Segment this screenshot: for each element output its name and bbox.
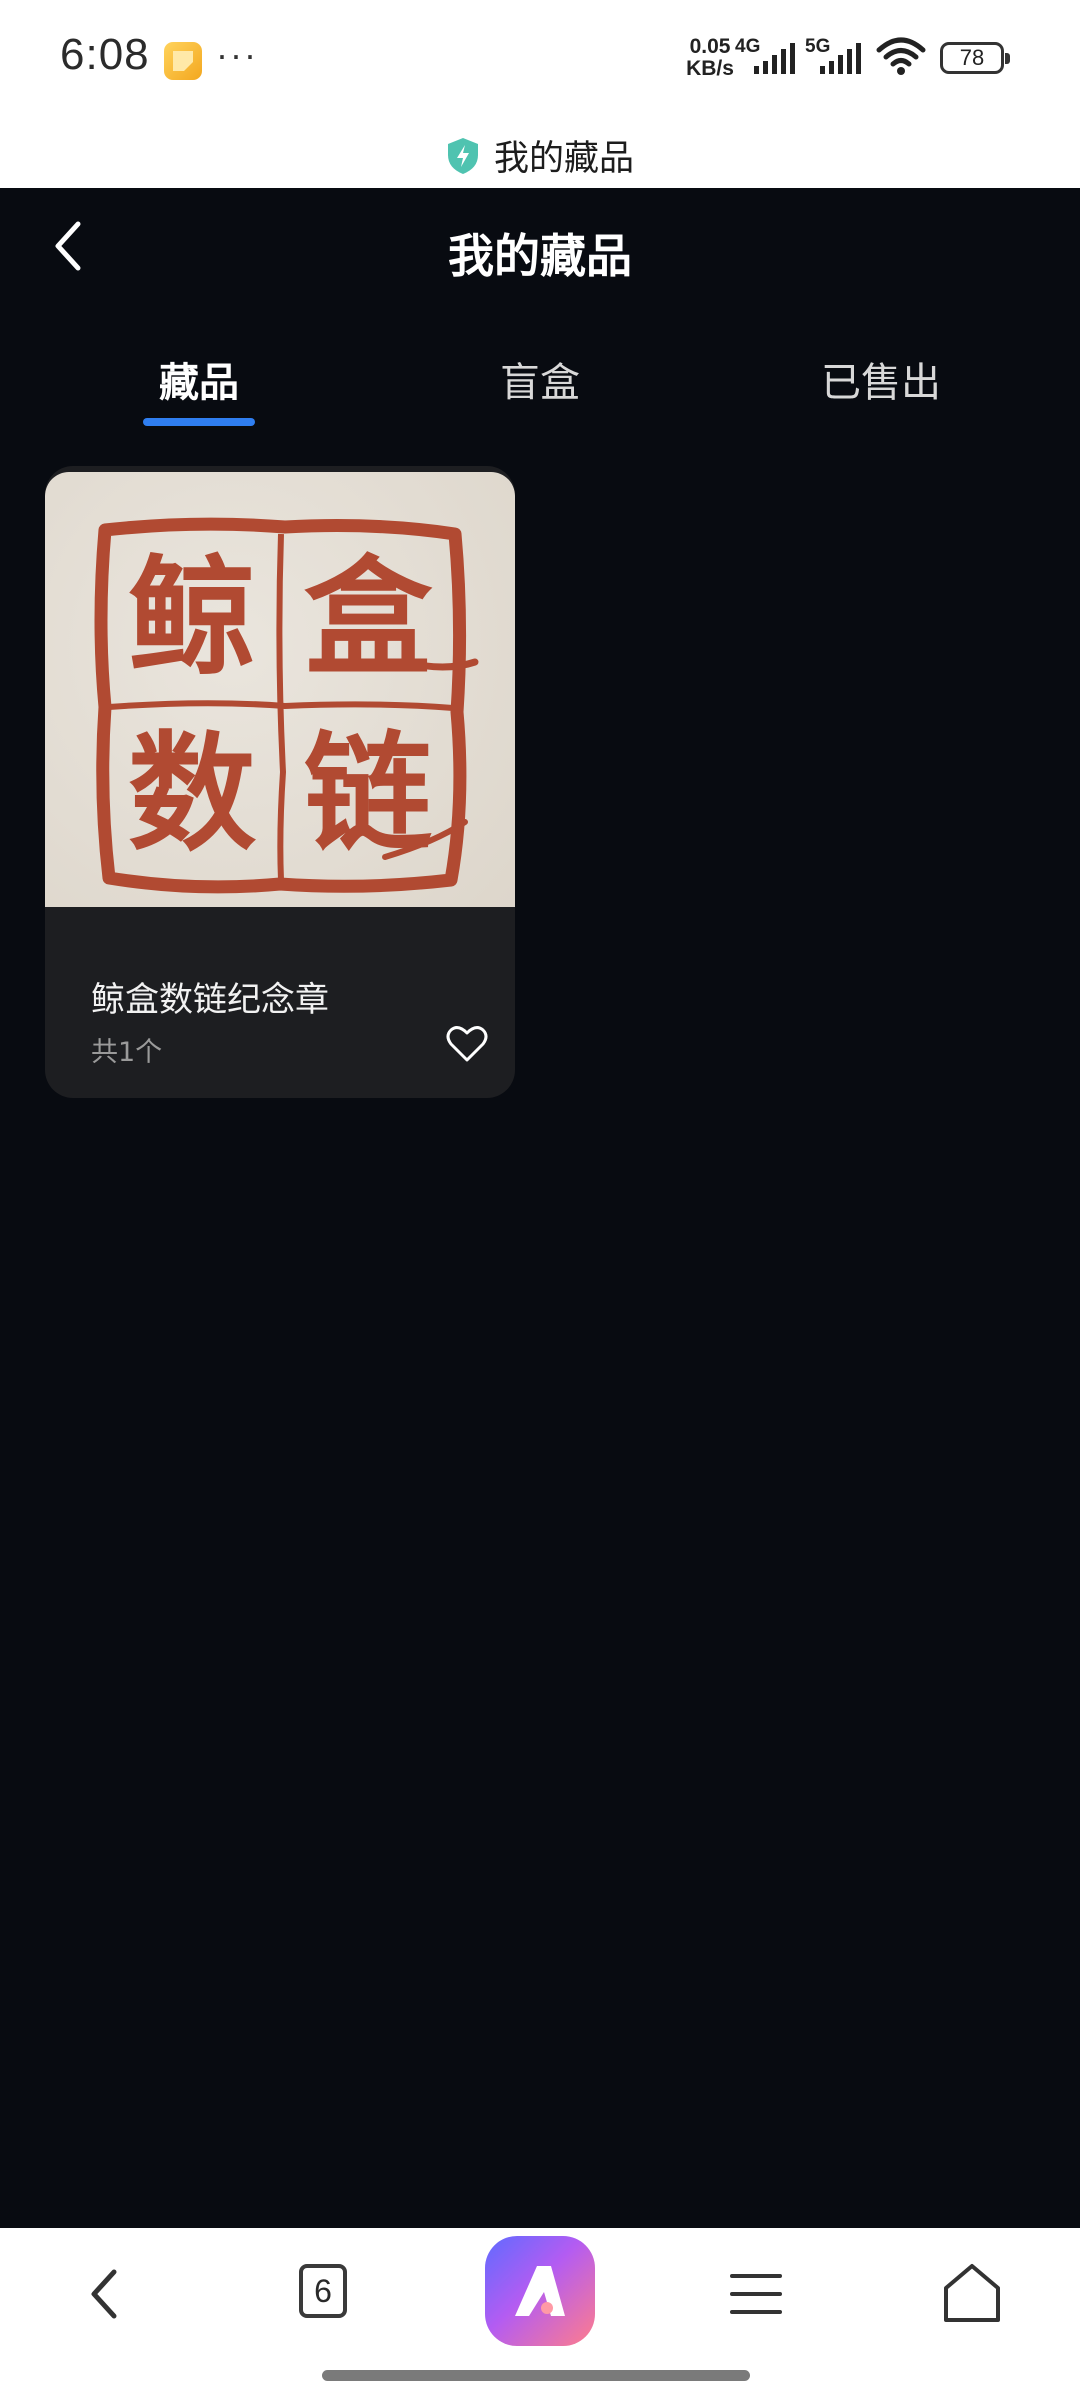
- seal-characters: 鲸 盒 数 链: [103, 529, 457, 885]
- favorite-heart-icon[interactable]: [445, 1022, 489, 1066]
- browser-bottom-nav: 6: [0, 2228, 1080, 2400]
- network-speed-unit: KB/s: [686, 57, 734, 80]
- collectible-name: 鲸盒数链纪念章: [91, 980, 329, 1020]
- signal-5g-icon: [820, 43, 861, 74]
- active-tab-indicator: [143, 418, 255, 426]
- network-speed-value: 0.05: [689, 35, 731, 58]
- seal-char-3: 数: [127, 719, 256, 869]
- collection-tabs: 藏品 盲盒 已售出: [0, 350, 1080, 440]
- home-indicator[interactable]: [322, 2370, 750, 2381]
- tab-count: 6: [314, 2273, 332, 2309]
- signal-4g-icon: [754, 43, 795, 74]
- status-time: 6:08: [60, 30, 150, 79]
- tab-collectibles[interactable]: 藏品: [99, 350, 299, 408]
- collectible-image: 鲸 盒 数 链: [45, 472, 515, 907]
- more-notifications-icon: ···: [216, 34, 258, 75]
- menu-icon[interactable]: [720, 2258, 792, 2330]
- tab-sold[interactable]: 已售出: [781, 350, 981, 408]
- wifi-icon: [876, 37, 926, 75]
- collectible-count: 共1个: [91, 1037, 163, 1068]
- page-header: 我的藏品: [0, 188, 1080, 308]
- page-title: 我的藏品: [448, 229, 632, 283]
- browser-page-title: 我的藏品: [493, 139, 634, 179]
- browser-title-bar[interactable]: 我的藏品: [0, 120, 1080, 188]
- seal-char-4: 链: [303, 719, 432, 869]
- tab-switcher-button[interactable]: 6: [299, 2264, 347, 2318]
- secure-shield-icon: [447, 138, 478, 174]
- browser-back-icon[interactable]: [70, 2258, 142, 2330]
- collectible-card[interactable]: 鲸 盒 数 链 鲸盒数链纪念章 共1个: [45, 466, 515, 1098]
- home-icon[interactable]: [936, 2258, 1008, 2330]
- battery-level: 78: [959, 45, 985, 70]
- network-speed: 0.05 KB/s: [680, 36, 740, 80]
- seal-char-2: 盒: [303, 543, 432, 693]
- battery-icon: 78: [940, 42, 1010, 74]
- seal-char-1: 鲸: [127, 543, 256, 693]
- ai-logo-icon: [515, 2266, 565, 2316]
- status-bar: 6:08 ··· 0.05 KB/s 4G 5G 78: [0, 0, 1080, 120]
- notes-app-icon: [164, 42, 202, 80]
- ai-assistant-button[interactable]: [485, 2236, 595, 2346]
- tab-blind-box[interactable]: 盲盒: [440, 350, 640, 408]
